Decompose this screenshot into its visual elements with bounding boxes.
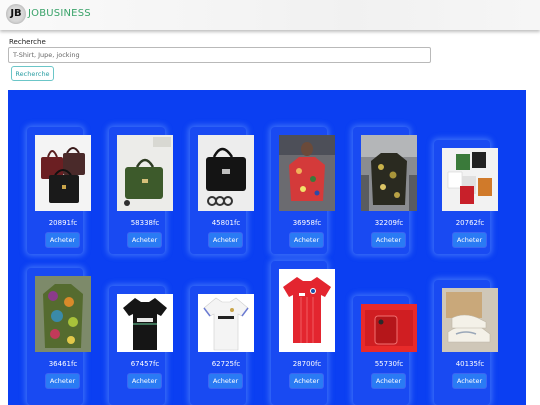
product-price: 40135fc [455, 360, 485, 368]
product-image[interactable] [117, 294, 173, 352]
product-price: 20891fc [48, 219, 78, 227]
buy-button[interactable]: Acheter [209, 374, 242, 388]
product-card: 20891fc Acheter [27, 127, 91, 254]
product-image[interactable] [35, 276, 91, 352]
product-card: 58338fc Acheter [109, 127, 173, 254]
buy-button[interactable]: Acheter [128, 233, 161, 247]
product-image[interactable] [279, 135, 335, 211]
brand-name[interactable]: JOBUSINESS [28, 8, 91, 19]
logo-icon[interactable]: JB [6, 4, 26, 24]
product-card: 55730fc Acheter [353, 296, 417, 405]
product-price: 58338fc [130, 219, 160, 227]
search-input[interactable] [8, 47, 431, 63]
product-card: 20762fc Acheter [434, 140, 498, 254]
product-price: 36958fc [292, 219, 322, 227]
product-price: 32209fc [374, 219, 404, 227]
product-image[interactable] [198, 294, 254, 352]
buy-button[interactable]: Acheter [290, 374, 323, 388]
product-image[interactable] [198, 135, 254, 211]
buy-button[interactable]: Acheter [46, 233, 79, 247]
product-price: 55730fc [374, 360, 404, 368]
product-price: 36461fc [48, 360, 78, 368]
product-price: 20762fc [455, 219, 485, 227]
top-navbar: JB JOBUSINESS [0, 0, 540, 30]
product-card: 36958fc Acheter [271, 127, 335, 254]
buy-button[interactable]: Acheter [453, 374, 486, 388]
product-price: 62725fc [211, 360, 241, 368]
product-card: 40135fc Acheter [434, 280, 498, 405]
product-card: 67457fc Acheter [109, 286, 173, 405]
buy-button[interactable]: Acheter [209, 233, 242, 247]
product-image[interactable] [442, 288, 498, 352]
product-card: 28700fc Acheter [271, 261, 335, 405]
buy-button[interactable]: Acheter [372, 233, 405, 247]
product-card: 36461fc Acheter [27, 268, 91, 405]
search-label: Recherche [9, 38, 46, 46]
product-image[interactable] [361, 135, 417, 211]
buy-button[interactable]: Acheter [128, 374, 161, 388]
product-grid: 20891fc Acheter 58338fc Acheter 45801fc … [8, 90, 526, 405]
product-image[interactable] [117, 135, 173, 211]
search-button[interactable]: Recherche [11, 66, 54, 81]
product-image[interactable] [279, 269, 335, 352]
product-price: 45801fc [211, 219, 241, 227]
buy-button[interactable]: Acheter [372, 374, 405, 388]
product-image[interactable] [442, 148, 498, 211]
product-price: 28700fc [292, 360, 322, 368]
product-card: 32209fc Acheter [353, 127, 417, 254]
product-card: 62725fc Acheter [190, 286, 254, 405]
buy-button[interactable]: Acheter [453, 233, 486, 247]
product-price: 67457fc [130, 360, 160, 368]
product-image[interactable] [35, 135, 91, 211]
product-card: 45801fc Acheter [190, 127, 254, 254]
buy-button[interactable]: Acheter [290, 233, 323, 247]
product-image[interactable] [361, 304, 417, 352]
buy-button[interactable]: Acheter [46, 374, 79, 388]
